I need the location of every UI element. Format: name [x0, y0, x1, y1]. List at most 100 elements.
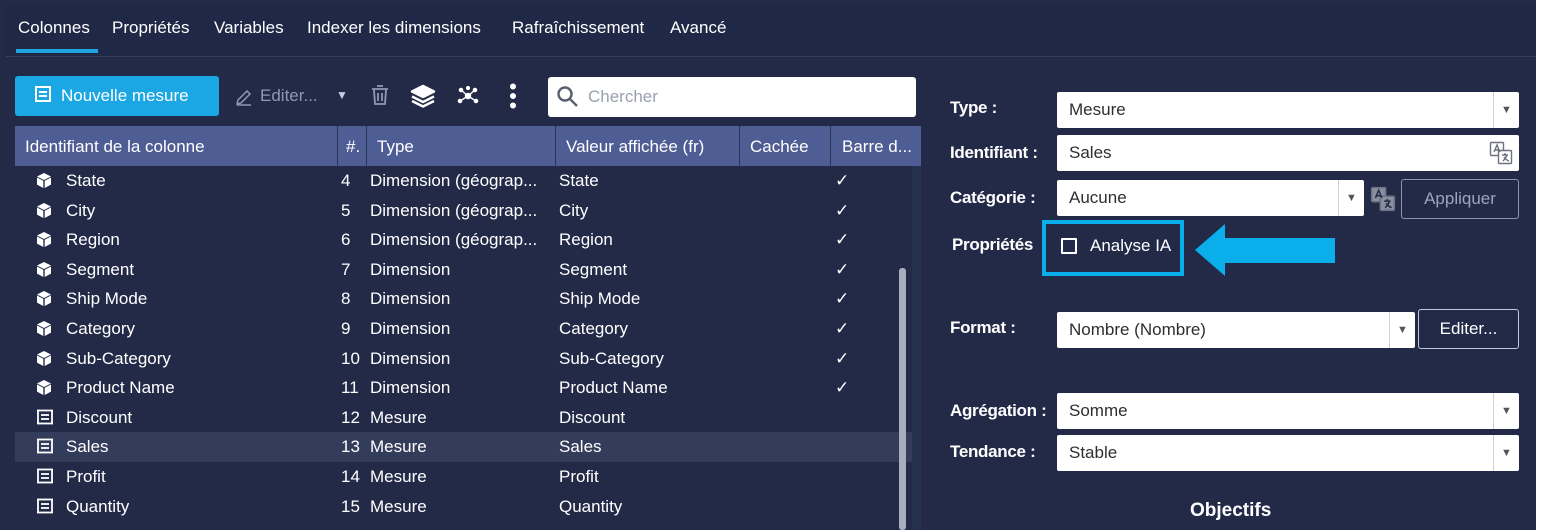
cell-number: 10 — [341, 348, 360, 368]
new-measure-button[interactable]: Nouvelle mesure — [15, 76, 219, 116]
analyse-ia-checkbox[interactable] — [1061, 238, 1077, 254]
cube-icon — [36, 202, 52, 224]
column-divider — [337, 126, 338, 166]
cell-barre-check: ✓ — [835, 289, 850, 309]
cell-barre-check: ✓ — [835, 200, 850, 220]
cell-barre-check: ✓ — [835, 230, 850, 250]
cell-valeur-affichee: Product Name — [559, 378, 668, 398]
table-row[interactable]: Discount 12 Mesure Discount — [15, 403, 912, 433]
table-row[interactable]: Profit 14 Mesure Profit — [15, 462, 912, 492]
measure-icon — [36, 498, 54, 519]
measure-icon — [36, 409, 54, 430]
cell-valeur-affichee: Category — [559, 319, 628, 338]
tendance-label: Tendance : — [950, 442, 1036, 461]
cell-type: Dimension (géograp... — [370, 200, 538, 220]
tab-avance[interactable]: Avancé — [670, 18, 726, 38]
categorie-label: Catégorie : — [950, 188, 1036, 207]
categorie-value: Aucune — [1069, 188, 1127, 207]
cell-number: 8 — [341, 289, 351, 309]
tab-variables[interactable]: Variables — [214, 18, 284, 38]
table-row[interactable]: Quantity 15 Mesure Quantity — [15, 492, 912, 522]
cell-number: 13 — [341, 437, 360, 457]
new-measure-icon — [33, 85, 53, 108]
table-row[interactable]: Segment 7 Dimension Segment ✓ — [15, 255, 912, 285]
cube-icon — [36, 261, 52, 283]
table-scrollbar-track[interactable] — [912, 166, 921, 530]
column-divider — [739, 126, 740, 166]
table-row[interactable]: State 4 Dimension (géograp... State ✓ — [15, 166, 912, 196]
cell-identifiant: City — [66, 200, 96, 220]
table-header: Identifiant de la colonne #. Type Valeur… — [15, 126, 921, 166]
tendance-select[interactable]: Stable ▼ — [1057, 435, 1519, 471]
aggregation-value: Somme — [1069, 401, 1128, 420]
table-scrollbar-thumb[interactable] — [899, 268, 906, 530]
column-header-identifiant[interactable]: Identifiant de la colonne — [25, 137, 335, 157]
cell-type: Mesure — [370, 437, 427, 457]
format-label: Format : — [950, 318, 1016, 337]
cell-type: Dimension (géograp... — [370, 230, 538, 250]
columns-table: Identifiant de la colonne #. Type Valeur… — [15, 126, 921, 530]
table-row[interactable]: Ship Mode 8 Dimension Ship Mode ✓ — [15, 284, 912, 314]
layers-icon[interactable] — [410, 84, 436, 113]
search-icon — [556, 85, 580, 114]
cell-identifiant: Quantity — [66, 496, 130, 516]
tab-rafraichissement[interactable]: Rafraîchissement — [512, 18, 644, 38]
dropdown-arrow-icon: ▼ — [1493, 393, 1519, 429]
table-row[interactable]: Sub-Category 10 Dimension Sub-Category ✓ — [15, 344, 912, 374]
type-label: Type : — [950, 98, 998, 117]
cell-barre-check: ✓ — [835, 378, 850, 398]
table-row[interactable]: Product Name 11 Dimension Product Name ✓ — [15, 373, 912, 403]
pencil-icon — [234, 87, 254, 112]
translate-icon[interactable] — [1489, 141, 1513, 170]
cell-type: Dimension — [370, 378, 451, 398]
network-icon[interactable] — [457, 85, 479, 111]
tab-proprietes[interactable]: Propriétés — [112, 18, 189, 38]
apply-button[interactable]: Appliquer — [1401, 179, 1519, 219]
table-row[interactable]: Sales 13 Mesure Sales — [15, 432, 912, 462]
analyse-ia-label[interactable]: Analyse IA — [1090, 236, 1171, 256]
search-input[interactable] — [588, 85, 908, 109]
column-header-cachee[interactable]: Cachée — [750, 137, 809, 157]
cell-number: 7 — [341, 259, 351, 279]
categorie-select[interactable]: Aucune ▼ — [1057, 180, 1364, 216]
table-row[interactable]: Category 9 Dimension Category ✓ — [15, 314, 912, 344]
translate-icon[interactable] — [1370, 186, 1396, 217]
aggregation-select[interactable]: Somme ▼ — [1057, 393, 1519, 429]
trash-icon[interactable] — [371, 84, 389, 111]
apply-button-label: Appliquer — [1424, 189, 1496, 208]
column-header-valeur-affichee[interactable]: Valeur affichée (fr) — [566, 137, 704, 157]
more-vertical-icon[interactable] — [509, 83, 517, 114]
cube-icon — [36, 231, 52, 253]
identifiant-input[interactable]: Sales — [1057, 135, 1519, 171]
table-row[interactable]: City 5 Dimension (géograp... City ✓ — [15, 196, 912, 226]
cell-valeur-affichee: Segment — [559, 259, 628, 279]
table-row[interactable]: Region 6 Dimension (géograp... Region ✓ — [15, 225, 912, 255]
cell-number: 5 — [341, 200, 351, 220]
format-value: Nombre (Nombre) — [1069, 320, 1206, 339]
cell-type: Mesure — [370, 407, 427, 427]
format-edit-button[interactable]: Editer... — [1418, 309, 1519, 349]
format-select[interactable]: Nombre (Nombre) ▼ — [1057, 312, 1415, 348]
column-header-barre[interactable]: Barre d... — [842, 137, 918, 157]
caret-down-icon[interactable]: ▼ — [336, 88, 348, 102]
cell-valeur-affichee: Profit — [559, 467, 599, 486]
aggregation-label: Agrégation : — [950, 401, 1047, 420]
cell-identifiant: State — [66, 171, 106, 190]
cell-identifiant: Segment — [66, 259, 135, 279]
tab-indexer-dimensions[interactable]: Indexer les dimensions — [307, 18, 481, 38]
cell-barre-check: ✓ — [835, 319, 850, 338]
column-header-type[interactable]: Type — [377, 137, 414, 157]
type-select[interactable]: Mesure ▼ — [1057, 92, 1519, 128]
cell-number: 14 — [341, 467, 360, 486]
cell-barre-check: ✓ — [835, 259, 850, 279]
column-header-number[interactable]: #. — [346, 137, 360, 157]
cell-valeur-affichee: Sub-Category — [559, 348, 664, 368]
cell-valeur-affichee: Ship Mode — [559, 289, 641, 309]
search-box — [548, 77, 916, 117]
cell-identifiant: Category — [66, 319, 135, 338]
cell-type: Dimension (géograp... — [370, 171, 538, 190]
tab-colonnes[interactable]: Colonnes — [16, 18, 98, 53]
edit-button[interactable]: Editer... — [260, 86, 318, 106]
cell-identifiant: Sub-Category — [66, 348, 171, 368]
cell-type: Dimension — [370, 289, 451, 309]
